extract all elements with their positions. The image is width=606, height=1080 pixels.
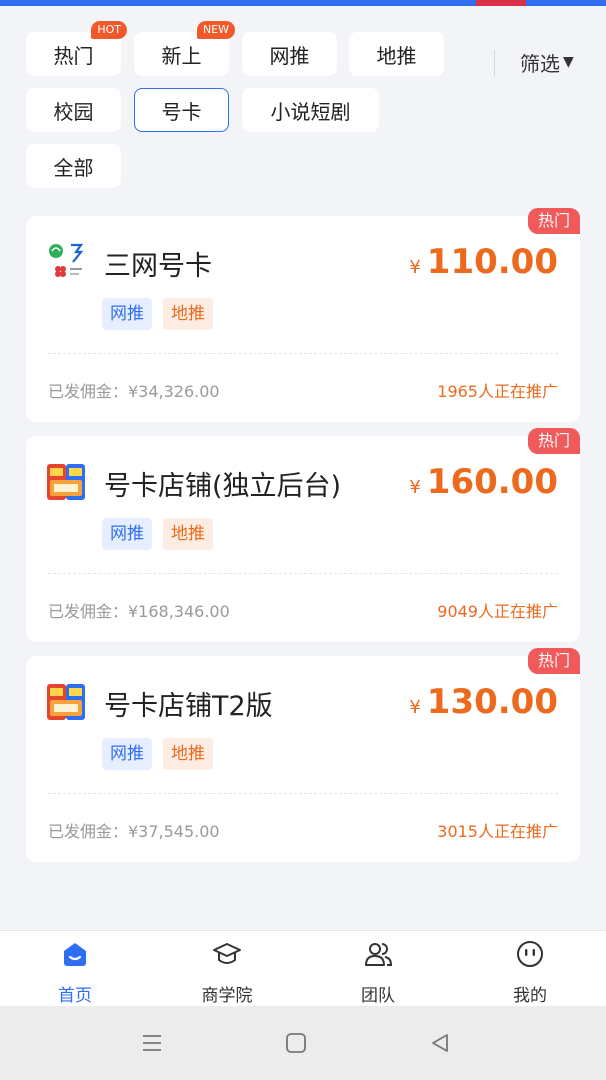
filter-chip-campus[interactable]: 校园 [26, 88, 121, 132]
filter-chip-sim-card[interactable]: 号卡 [134, 88, 229, 132]
card-divider [48, 353, 558, 354]
filter-chip-label: 网推 [269, 43, 310, 68]
product-card[interactable]: 热门 三网号卡 ¥ 110.00 网推 地推 已发佣金：¥34,326.00 1… [26, 208, 580, 422]
tag-offline: 地推 [163, 518, 213, 550]
filter-chip-label: 新上 [161, 43, 202, 68]
currency-symbol: ¥ [409, 477, 421, 498]
bottom-tab-bar: 首页 商学院 团队 我的 [0, 930, 606, 1006]
product-price: ¥ 110.00 [409, 242, 558, 282]
price-amount: 110.00 [426, 242, 558, 282]
filter-chip-label: 地推 [376, 43, 417, 68]
price-amount: 130.00 [426, 682, 558, 722]
filter-chip-hot[interactable]: 热门 HOT [26, 21, 127, 76]
hot-badge: 热门 [528, 208, 580, 234]
price-amount: 160.00 [426, 462, 558, 502]
filter-chip-label: 校园 [53, 99, 94, 124]
promoting-count: 9049人正在推广 [437, 602, 558, 621]
filter-chip-new[interactable]: 新上 NEW [134, 21, 235, 76]
tab-label: 首页 [58, 986, 92, 1006]
product-title: 号卡店铺(独立后台) [104, 471, 342, 502]
tab-home[interactable]: 首页 [15, 931, 135, 1007]
graduation-cap-icon [213, 943, 241, 964]
tab-team[interactable]: 团队 [318, 931, 438, 1007]
sim-cards-icon [47, 684, 85, 720]
filter-divider [494, 50, 495, 76]
system-nav-bar [0, 1006, 606, 1080]
product-title: 号卡店铺T2版 [104, 691, 273, 722]
hot-badge: HOT [91, 21, 127, 39]
tag-offline: 地推 [163, 298, 213, 330]
filter-chip-novel-drama[interactable]: 小说短剧 [242, 88, 379, 132]
new-badge: NEW [196, 21, 235, 39]
card-divider [48, 793, 558, 794]
filter-chip-all[interactable]: 全部 [26, 144, 121, 188]
promoting-count: 3015人正在推广 [437, 822, 558, 841]
filter-chip-label: 小说短剧 [270, 99, 351, 124]
paid-commission: 已发佣金：¥168,346.00 [48, 602, 230, 621]
main-panel: 热门 HOT 新上 NEW 网推 地推 筛选 ▼ 校园 号卡 小说短剧 全部 热… [0, 6, 606, 930]
filter-button[interactable]: 筛选 ▼ [520, 48, 574, 76]
profile-face-icon [517, 941, 543, 967]
menu-icon[interactable] [140, 1031, 164, 1055]
currency-symbol: ¥ [409, 257, 421, 278]
filter-chip-label: 热门 [53, 43, 94, 68]
sim-cards-icon [47, 464, 85, 500]
home-icon [64, 943, 86, 966]
filter-chip-label: 号卡 [161, 99, 202, 124]
currency-symbol: ¥ [409, 697, 421, 718]
tab-label: 团队 [361, 986, 395, 1006]
paid-commission: 已发佣金：¥37,545.00 [48, 822, 220, 841]
tag-online: 网推 [102, 738, 152, 770]
filter-chip-online[interactable]: 网推 [242, 32, 337, 76]
product-card[interactable]: 热门 号卡店铺(独立后台) ¥ 160.00 网推 地推 已发佣金：¥168,3… [26, 428, 580, 642]
product-price: ¥ 130.00 [409, 682, 558, 722]
product-title: 三网号卡 [104, 251, 212, 282]
tab-label: 商学院 [201, 986, 253, 1006]
hot-badge: 热门 [528, 648, 580, 674]
tab-business-school[interactable]: 商学院 [167, 931, 287, 1007]
filter-label: 筛选 [520, 51, 560, 76]
back-triangle-icon[interactable] [428, 1031, 452, 1055]
tab-mine[interactable]: 我的 [470, 931, 590, 1007]
team-icon [365, 943, 393, 966]
promoting-count: 1965人正在推广 [437, 382, 558, 401]
tag-online: 网推 [102, 298, 152, 330]
home-square-icon[interactable] [284, 1031, 308, 1055]
paid-commission: 已发佣金：¥34,326.00 [48, 382, 220, 401]
filter-chip-offline[interactable]: 地推 [349, 32, 444, 76]
dropdown-triangle-icon: ▼ [563, 54, 574, 70]
filter-chip-label: 全部 [53, 155, 94, 180]
tag-offline: 地推 [163, 738, 213, 770]
card-divider [48, 573, 558, 574]
tab-label: 我的 [513, 986, 547, 1006]
hot-badge: 热门 [528, 428, 580, 454]
tag-online: 网推 [102, 518, 152, 550]
carrier-logos-icon [49, 243, 84, 277]
product-card[interactable]: 热门 号卡店铺T2版 ¥ 130.00 网推 地推 已发佣金：¥37,545.0… [26, 648, 580, 862]
product-price: ¥ 160.00 [409, 462, 558, 502]
